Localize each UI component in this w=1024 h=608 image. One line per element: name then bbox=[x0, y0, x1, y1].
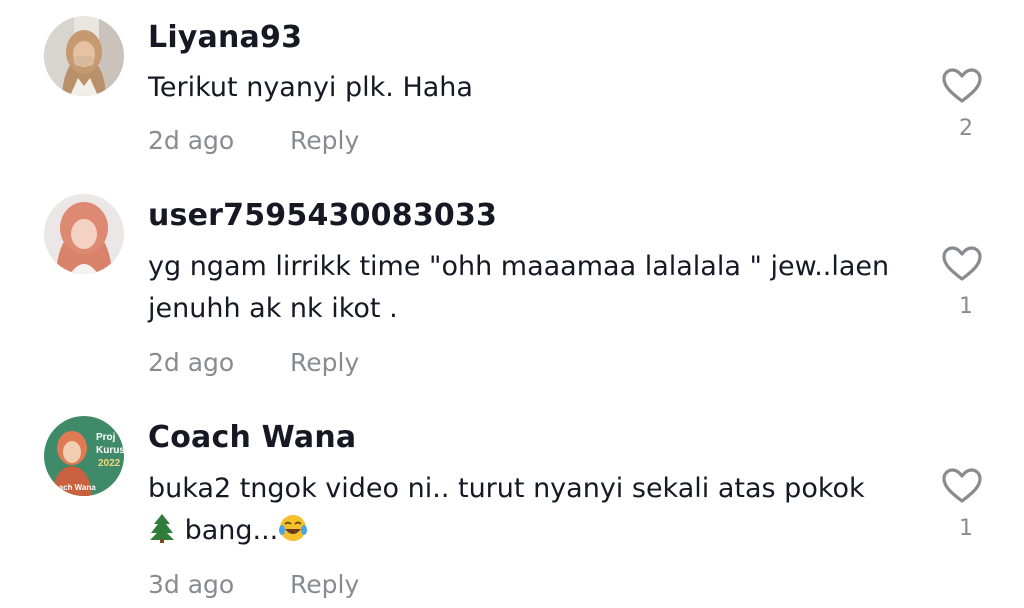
avatar-photo bbox=[44, 194, 124, 274]
avatar-text: Proj bbox=[96, 432, 116, 443]
like-button[interactable] bbox=[940, 244, 984, 284]
comment-username[interactable]: user7595430083033 bbox=[148, 198, 497, 233]
evergreen-tree-emoji bbox=[148, 513, 176, 556]
reply-button[interactable]: Reply bbox=[290, 348, 359, 377]
comment-text: Terikut nyanyi plk. Haha bbox=[148, 72, 473, 103]
avatar-photo bbox=[44, 16, 124, 96]
comment-username[interactable]: Coach Wana bbox=[148, 420, 356, 455]
comment-text-part: bang... bbox=[176, 515, 279, 546]
avatar-text: Kurus bbox=[96, 445, 124, 456]
comment-username[interactable]: Liyana93 bbox=[148, 20, 302, 55]
like-count: 2 bbox=[959, 116, 973, 141]
avatar-text: 2022 bbox=[98, 458, 121, 469]
like-button[interactable] bbox=[940, 66, 984, 106]
comment-text: yg ngam lirrikk time "ohh maaamaa lalala… bbox=[148, 251, 890, 324]
heart-outline-icon bbox=[942, 68, 982, 103]
avatar[interactable]: Proj Kurus 2022 Coach Wana bbox=[44, 416, 124, 496]
avatar-photo: Proj Kurus 2022 Coach Wana bbox=[44, 416, 124, 496]
comment-item: Liyana93 Terikut nyanyi plk. Haha 2d ago… bbox=[0, 0, 1024, 180]
avatar[interactable] bbox=[44, 16, 124, 96]
avatar[interactable] bbox=[44, 194, 124, 274]
comment-meta: 2d ago Reply bbox=[148, 348, 359, 377]
comment-timestamp: 2d ago bbox=[148, 348, 235, 377]
reply-button[interactable]: Reply bbox=[290, 570, 359, 599]
comment-meta: 3d ago Reply bbox=[148, 570, 359, 599]
comment-timestamp: 3d ago bbox=[148, 570, 235, 599]
like-count: 1 bbox=[959, 516, 973, 541]
heart-outline-icon bbox=[942, 468, 982, 503]
avatar-text: Coach Wana bbox=[48, 483, 96, 492]
heart-outline-icon bbox=[942, 246, 982, 281]
comment-item: user7595430083033 yg ngam lirrikk time "… bbox=[0, 180, 1024, 402]
comment-item: Proj Kurus 2022 Coach Wana Coach Wana bu… bbox=[0, 402, 1024, 608]
tears-of-joy-emoji bbox=[278, 513, 308, 556]
comment-timestamp: 2d ago bbox=[148, 126, 235, 155]
comment-text-part: buka2 tngok video ni.. turut nyanyi seka… bbox=[148, 473, 865, 504]
like-button[interactable] bbox=[940, 466, 984, 506]
comment-text: buka2 tngok video ni.. turut nyanyi seka… bbox=[148, 468, 908, 556]
comment-meta: 2d ago Reply bbox=[148, 126, 359, 155]
like-count: 1 bbox=[959, 294, 973, 319]
reply-button[interactable]: Reply bbox=[290, 126, 359, 155]
